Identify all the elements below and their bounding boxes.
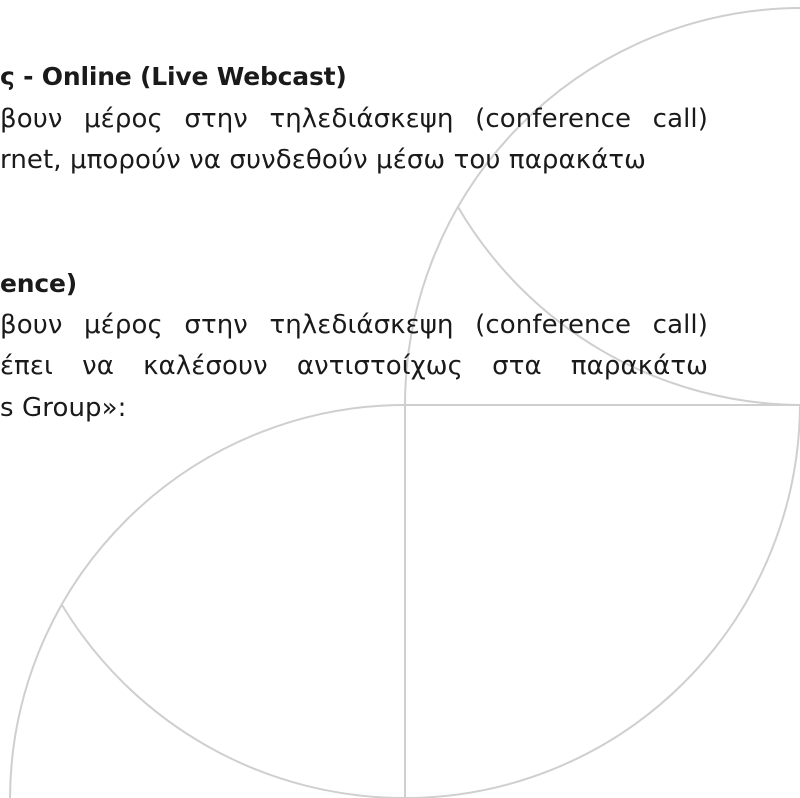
conference-text-line-2: έπει να καλέσουν αντιστοίχως στα παρακάτ… [0, 351, 708, 381]
webcast-text-line-2: rnet, μπορούν να συνδεθούν μέσω του παρα… [0, 145, 647, 175]
leaf-outline-upper [403, 7, 800, 406]
conference-text-line-1: βουν μέρος στην τηλεδιάσκεψη (conference… [0, 310, 708, 340]
webcast-text-line-1: βουν μέρος στην τηλεδιάσκεψη (conference… [0, 104, 708, 134]
document-page: ς - Online (Live Webcast) βουν μέρος στη… [0, 0, 800, 798]
section-heading-webcast: ς - Online (Live Webcast) [0, 62, 347, 91]
conference-text-line-3: s Group»: [0, 393, 127, 423]
section-heading-conference: ence) [0, 269, 77, 298]
leaf-vein-lower [61, 604, 405, 798]
